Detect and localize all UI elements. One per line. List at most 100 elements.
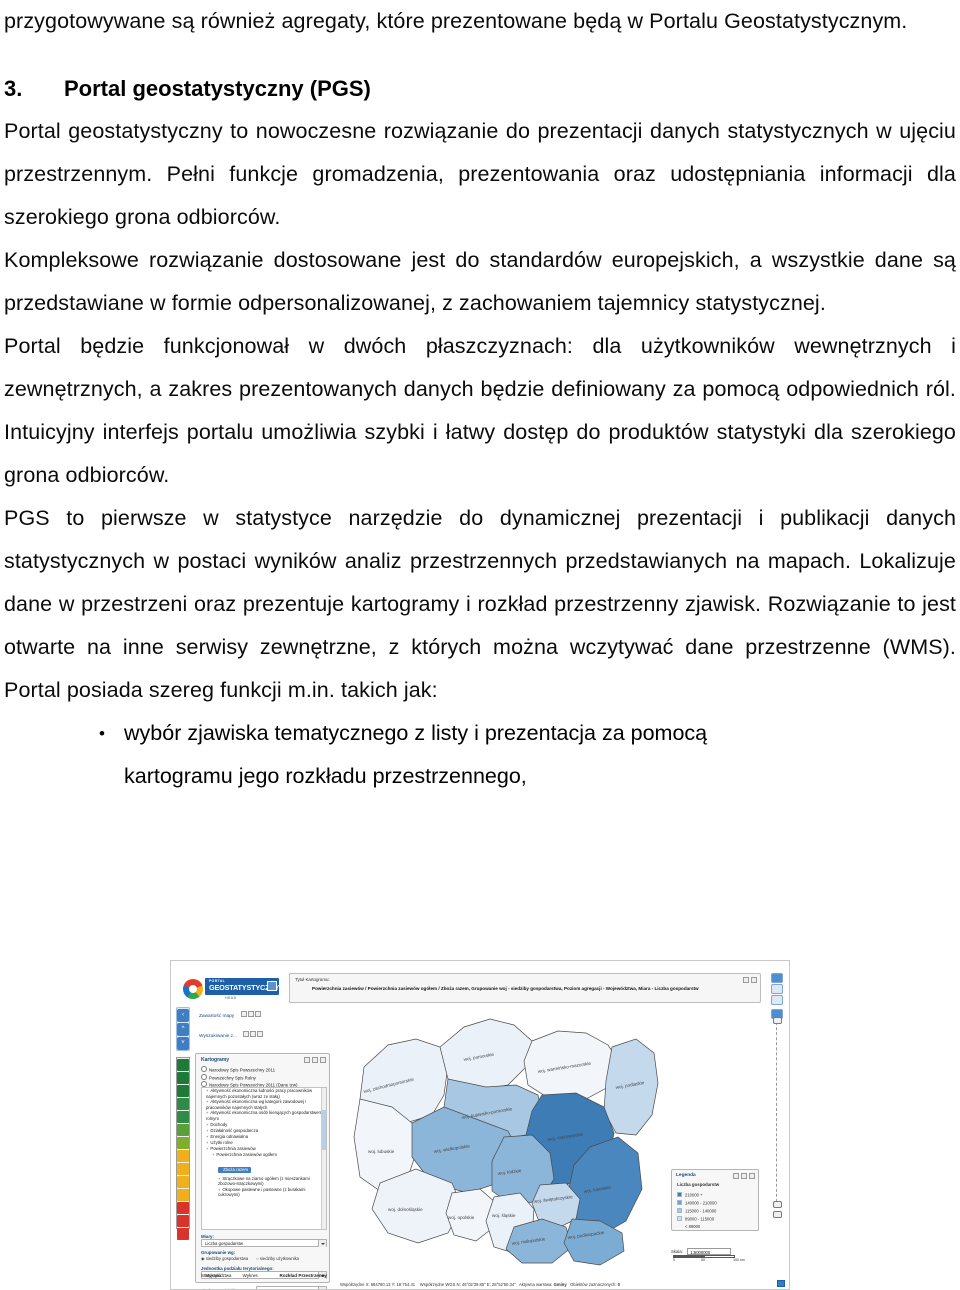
close-icon[interactable] bbox=[255, 1011, 261, 1017]
map-scale: Skala: 1:5000000 0 50 100 km bbox=[671, 1243, 759, 1261]
legend-swatch bbox=[677, 1192, 682, 1197]
grouping-label: Grupowanie wg: bbox=[201, 1250, 327, 1255]
tree-item-selected[interactable]: Zboża razem bbox=[218, 1167, 251, 1173]
paragraph-1: Portal geostatystyczny to nowoczesne roz… bbox=[4, 110, 956, 239]
minimize-icon[interactable] bbox=[248, 1011, 254, 1017]
status-coords-xy: Współrzędne X: 684760.13 Y: 19:754.41 bbox=[340, 1282, 415, 1287]
map-tool-icon-9[interactable] bbox=[177, 1163, 189, 1175]
status-selected-value: 0 bbox=[618, 1282, 620, 1287]
map-tool-icon-2[interactable] bbox=[177, 1072, 189, 1084]
expand-icon[interactable] bbox=[733, 1173, 739, 1179]
chevron-down-icon[interactable] bbox=[318, 1240, 326, 1247]
zoom-slider-bottom-handle[interactable] bbox=[773, 1211, 782, 1218]
app-logo: PORTAL GEOSTATYSTYCZNY HEAD bbox=[183, 977, 283, 1003]
zoom-slider-min-handle[interactable] bbox=[773, 1201, 782, 1208]
minimize-icon[interactable] bbox=[312, 1057, 318, 1063]
radio-option[interactable]: Powszechny Spis Rolny bbox=[201, 1074, 327, 1082]
cartogram-title-panel: Tytuł Kartogramu: Powierzchnia zasiewów … bbox=[289, 973, 761, 1003]
map-content-controls[interactable] bbox=[240, 1011, 261, 1019]
tree-item[interactable]: Aktywność ekonomiczna osób kierujących g… bbox=[202, 1110, 326, 1121]
expand-icon[interactable] bbox=[241, 1011, 247, 1017]
map-tool-icon-13[interactable] bbox=[177, 1215, 189, 1227]
zoom-slider-handle[interactable] bbox=[773, 1017, 782, 1024]
close-icon[interactable] bbox=[257, 1031, 263, 1037]
scale-tick: 50 bbox=[701, 1258, 705, 1262]
back-arrow-icon[interactable]: ‹ bbox=[177, 1009, 189, 1022]
grouping-option-user[interactable]: ○ siedziby użytkownika bbox=[256, 1256, 299, 1261]
tree-item[interactable]: Strączkowe na ziarno ogółem (z mieszanka… bbox=[202, 1176, 326, 1187]
map-tool-icon-1[interactable] bbox=[177, 1059, 189, 1071]
panel-tab-buttons[interactable]: Statystyki Wykres Rozkład Przestrzenny bbox=[201, 1273, 327, 1278]
legend-item-label: 115000 - 140000 bbox=[685, 1209, 716, 1214]
minimize-icon[interactable] bbox=[250, 1031, 256, 1037]
bullet-dot-icon: • bbox=[99, 712, 105, 755]
down-arrow-icon[interactable]: ˅ bbox=[177, 1037, 189, 1050]
expand-icon[interactable] bbox=[243, 1031, 249, 1037]
close-icon[interactable] bbox=[749, 1173, 755, 1179]
map-tools-toolbar[interactable] bbox=[176, 1057, 190, 1229]
minimize-icon[interactable] bbox=[741, 1173, 747, 1179]
panel-window-controls[interactable] bbox=[743, 977, 757, 983]
legend-item: 210000 + bbox=[677, 1192, 703, 1198]
map-tool-icon-5[interactable] bbox=[177, 1111, 189, 1123]
minimize-icon[interactable] bbox=[743, 977, 749, 983]
cartogram-title-label: Tytuł Kartogramu: bbox=[295, 977, 330, 982]
region-label-slaskie: woj. śląskie bbox=[492, 1213, 516, 1218]
tree-item[interactable]: Aktywność ekonomiczna ludności pracy pra… bbox=[202, 1088, 326, 1099]
zoom-out-icon[interactable] bbox=[771, 995, 783, 1005]
map-tool-icon-10[interactable] bbox=[177, 1176, 189, 1188]
globe-icon bbox=[183, 979, 203, 999]
refresh-icon[interactable] bbox=[771, 973, 783, 983]
measure-select[interactable]: Liczba gospodarstw bbox=[201, 1239, 327, 1247]
expand-icon[interactable] bbox=[304, 1057, 310, 1063]
region-label-dolnoslaskie: woj. dolnośląskie bbox=[388, 1207, 423, 1212]
scale-ticks: 0 50 100 km bbox=[673, 1258, 753, 1264]
close-icon[interactable] bbox=[751, 977, 757, 983]
tree-item[interactable]: Aktywność ekonomiczna wg kategorii zawod… bbox=[202, 1099, 326, 1110]
grouping-option-farm[interactable]: ◉ siedziby gospodarstwa bbox=[201, 1256, 248, 1261]
category-tree[interactable]: Aktywność ekonomiczna ludności pracy pra… bbox=[201, 1087, 327, 1230]
legend-item: 115000 - 140000 bbox=[677, 1208, 716, 1214]
tab-rozklad-przestrzenny[interactable]: Rozkład Przestrzenny bbox=[280, 1273, 327, 1278]
grouping-radio-group[interactable]: ◉ siedziby gospodarstwa ○ siedziby użytk… bbox=[201, 1256, 327, 1261]
map-tool-icon-7[interactable] bbox=[177, 1137, 189, 1149]
map-content-row[interactable]: Zawartość mapy bbox=[199, 1011, 261, 1019]
tab-statystyki[interactable]: Statystyki bbox=[201, 1273, 221, 1278]
zoom-slider-track[interactable] bbox=[776, 1017, 778, 1207]
map-tool-icon-8[interactable] bbox=[177, 1150, 189, 1162]
panel-title: Kartogramy bbox=[201, 1057, 229, 1063]
close-icon[interactable] bbox=[320, 1057, 326, 1063]
census-radio-group[interactable]: Narodowy Spis Powszechny 2011 Powszechny… bbox=[201, 1066, 327, 1089]
tab-wykres[interactable]: Wykres bbox=[242, 1273, 257, 1278]
radio-option[interactable]: Narodowy Spis Powszechny 2011 bbox=[201, 1066, 327, 1074]
legend-window-controls[interactable] bbox=[733, 1173, 755, 1179]
map-tool-icon-6[interactable] bbox=[177, 1124, 189, 1136]
spacer bbox=[4, 43, 956, 67]
map-tool-icon-12[interactable] bbox=[177, 1202, 189, 1214]
scrollbar-thumb[interactable] bbox=[322, 1110, 327, 1150]
panel-window-controls[interactable] bbox=[304, 1057, 326, 1063]
section-title: Portal geostatystyczny (PGS) bbox=[64, 67, 371, 110]
map-tool-icon-4[interactable] bbox=[177, 1098, 189, 1110]
tree-item[interactable]: Okopowe pastewne i pastewne (z burakami … bbox=[202, 1187, 326, 1198]
zoom-extent-icon[interactable] bbox=[771, 984, 783, 994]
tree-scrollbar[interactable] bbox=[321, 1088, 326, 1229]
list-item: • wybór zjawiska tematycznego z listy i … bbox=[124, 712, 952, 798]
document-page: przygotowywane są również agregaty, któr… bbox=[0, 0, 960, 1289]
status-notification-icon[interactable] bbox=[777, 1280, 785, 1287]
navigation-arrows-strip[interactable]: ‹ ^ ˅ bbox=[176, 1007, 190, 1051]
region-label-opolskie: woj. opolskie bbox=[448, 1215, 475, 1220]
map-tool-icon-3[interactable] bbox=[177, 1085, 189, 1097]
search-controls[interactable] bbox=[242, 1031, 263, 1039]
scale-tick: 0 bbox=[673, 1258, 675, 1262]
paragraph-4: PGS to pierwsze w statystyce narzędzie d… bbox=[4, 497, 956, 712]
grouping-field-group: Grupowanie wg: ◉ siedziby gospodarstwa ○… bbox=[201, 1250, 327, 1261]
map-zoom-controls[interactable] bbox=[771, 973, 785, 1223]
map-tool-icon-14[interactable] bbox=[177, 1228, 189, 1240]
pgs-application-screenshot: PORTAL GEOSTATYSTYCZNY HEAD Tytuł Kartog… bbox=[170, 960, 790, 1290]
search-row[interactable]: Wyszukiwanie z... bbox=[199, 1031, 263, 1039]
tree-item[interactable]: Powierzchnia zasiewów ogółem bbox=[202, 1152, 326, 1158]
status-coords-wgs: Współrzędne WGS N: 46°02'39.85" E: 28°52… bbox=[420, 1282, 516, 1287]
map-tool-icon-11[interactable] bbox=[177, 1189, 189, 1201]
up-arrow-icon[interactable]: ^ bbox=[177, 1023, 189, 1036]
